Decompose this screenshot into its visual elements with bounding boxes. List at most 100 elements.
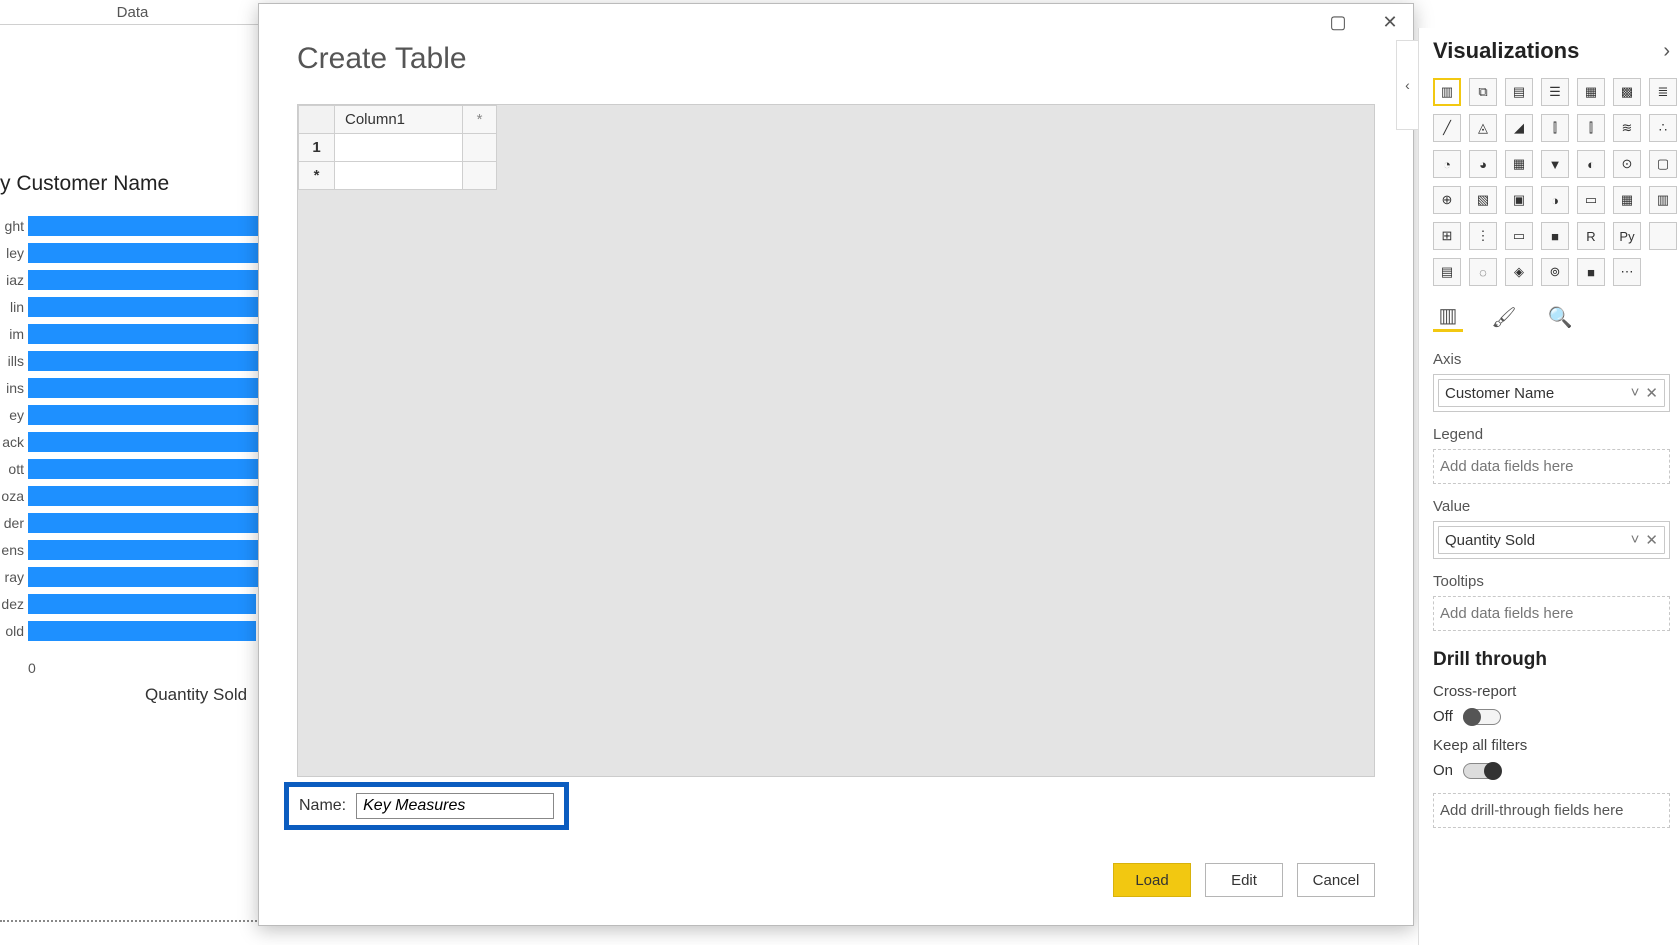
kpi-icon[interactable]: ⊙ (1613, 150, 1641, 178)
analytics-mode-icon[interactable]: 🔍 (1545, 302, 1575, 332)
row-number-1[interactable]: 1 (299, 134, 335, 162)
chart-title: y Customer Name (0, 172, 169, 196)
matrix-icon[interactable]: ▦ (1613, 186, 1641, 214)
bar (28, 432, 260, 452)
pie-icon[interactable]: ◔ (1433, 150, 1461, 178)
close-icon[interactable]: ✕ (1373, 8, 1407, 36)
cell-r1-add (463, 134, 497, 162)
slicer-icon[interactable]: ◑ (1541, 186, 1569, 214)
r-visual-icon[interactable]: Py (1613, 222, 1641, 250)
bar (28, 540, 260, 560)
column-header-1[interactable]: Column1 (335, 106, 463, 134)
stacked-100-bar-icon[interactable]: ▦ (1577, 78, 1605, 106)
axis-well[interactable]: Customer Name ˅ ✕ (1433, 374, 1670, 412)
line-col2-icon[interactable]: ⫿ (1577, 114, 1605, 142)
bar-label: ins (0, 380, 28, 396)
clustered-col-icon[interactable]: ☰ (1541, 78, 1569, 106)
add-column-button[interactable]: * (463, 106, 497, 134)
arcgis-icon[interactable]: ▣ (1505, 186, 1533, 214)
axis-field-pill[interactable]: Customer Name ˅ ✕ (1438, 379, 1665, 407)
funnel-icon[interactable]: ▼ (1541, 150, 1569, 178)
table-icon[interactable]: ▭ (1577, 186, 1605, 214)
waterfall-icon[interactable]: ≋ (1613, 114, 1641, 142)
bar-row: ey (0, 401, 265, 428)
filled-map-icon[interactable]: ▧ (1469, 186, 1497, 214)
scatter-icon[interactable]: ∴ (1649, 114, 1677, 142)
cell-addrow-c1[interactable] (335, 162, 463, 190)
data-tab[interactable]: Data (0, 0, 265, 25)
table-grid-area[interactable]: Column1 * 1 * (297, 104, 1375, 777)
python-visual-icon[interactable] (1649, 222, 1677, 250)
bar (28, 216, 260, 236)
bar-row: iaz (0, 266, 265, 293)
bar-label: old (0, 623, 28, 639)
card-icon[interactable]: ▢ (1649, 150, 1677, 178)
bar-chart-bars: ghtleyiazlinimillsinseyackottozaderensra… (0, 212, 265, 644)
ai1-icon[interactable]: ◌ (1469, 258, 1497, 286)
gauge-icon[interactable]: ◐ (1577, 150, 1605, 178)
chevron-down-icon[interactable]: ˅ (1631, 384, 1640, 402)
map-icon[interactable]: ⊕ (1433, 186, 1461, 214)
line-col-icon[interactable]: ⫿ (1541, 114, 1569, 142)
keep-filters-label: Keep all filters (1433, 737, 1670, 754)
bar-row: ray (0, 563, 265, 590)
edit-button[interactable]: Edit (1205, 863, 1283, 897)
stacked-100-col-icon[interactable]: ▩ (1613, 78, 1641, 106)
ribbon-icon[interactable]: ≣ (1649, 78, 1677, 106)
donut-icon[interactable]: ◕ (1469, 150, 1497, 178)
stacked-col-icon[interactable]: ▤ (1505, 78, 1533, 106)
treemap-icon[interactable]: ▦ (1505, 150, 1533, 178)
bar (28, 567, 258, 587)
bar-row: oza (0, 482, 265, 509)
data-entry-grid[interactable]: Column1 * 1 * (298, 105, 497, 190)
stacked-area-icon[interactable]: ◢ (1505, 114, 1533, 142)
add-row-button[interactable]: * (299, 162, 335, 190)
q-and-a-icon[interactable]: ⋮ (1469, 222, 1497, 250)
drill-through-well[interactable]: Add drill-through fields here (1433, 793, 1670, 828)
bar-row: ens (0, 536, 265, 563)
format-mode-icon[interactable]: 🖌 (1489, 302, 1519, 332)
remove-field-icon[interactable]: ✕ (1645, 384, 1658, 402)
legend-well[interactable]: Add data fields here (1433, 449, 1670, 484)
ai2-icon[interactable]: ◈ (1505, 258, 1533, 286)
paginated-icon[interactable]: R (1577, 222, 1605, 250)
keep-filters-toggle[interactable] (1463, 763, 1501, 779)
bar-row: der (0, 509, 265, 536)
value-well-label: Value (1433, 498, 1670, 515)
more-icon[interactable]: ⋯ (1613, 258, 1641, 286)
remove-field-icon[interactable]: ✕ (1645, 531, 1658, 549)
maximize-icon[interactable]: ▢ (1321, 8, 1355, 36)
narrative-icon[interactable]: ■ (1541, 222, 1569, 250)
line-icon[interactable]: ╱ (1433, 114, 1461, 142)
decomp-icon[interactable]: ⊞ (1433, 222, 1461, 250)
grid-corner (299, 106, 335, 134)
powerapps-icon[interactable]: ▤ (1433, 258, 1461, 286)
clustered-bar-icon[interactable]: ⧉ (1469, 78, 1497, 106)
key-influencers-icon[interactable]: ▭ (1505, 222, 1533, 250)
tooltips-well[interactable]: Add data fields here (1433, 596, 1670, 631)
value-field-name: Quantity Sold (1445, 532, 1535, 549)
multirow-icon[interactable]: ▥ (1649, 186, 1677, 214)
bar-row: ins (0, 374, 265, 401)
azure-map-icon[interactable]: ⊚ (1541, 258, 1569, 286)
custom-icon[interactable]: ■ (1577, 258, 1605, 286)
bar-label: ey (0, 407, 28, 423)
bar-label: lin (0, 299, 28, 315)
cross-report-toggle[interactable] (1463, 709, 1501, 725)
bar (28, 486, 260, 506)
load-button[interactable]: Load (1113, 863, 1191, 897)
value-field-pill[interactable]: Quantity Sold ˅ ✕ (1438, 526, 1665, 554)
chevron-down-icon[interactable]: ˅ (1631, 531, 1640, 549)
collapse-pane-icon[interactable]: › (1663, 40, 1670, 63)
cancel-button[interactable]: Cancel (1297, 863, 1375, 897)
area-icon[interactable]: ◬ (1469, 114, 1497, 142)
axis-well-label: Axis (1433, 351, 1670, 368)
cell-r1c1[interactable] (335, 134, 463, 162)
table-name-input[interactable] (356, 793, 554, 819)
bar (28, 459, 260, 479)
fields-mode-icon[interactable]: ▥ (1433, 302, 1463, 332)
bar-row: old (0, 617, 265, 644)
value-well[interactable]: Quantity Sold ˅ ✕ (1433, 521, 1670, 559)
filters-collapsed-tab[interactable]: ‹ (1396, 40, 1418, 130)
stacked-bar-icon[interactable]: ▥ (1433, 78, 1461, 106)
